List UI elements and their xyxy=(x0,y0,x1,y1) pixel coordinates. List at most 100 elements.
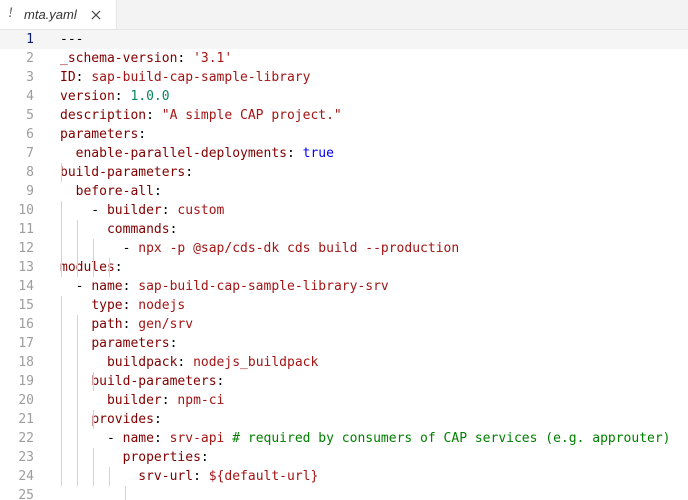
code-text: ID: sap-build-cap-sample-library xyxy=(60,68,310,87)
code-token: properties xyxy=(122,450,201,465)
code-text: _schema-version: '3.1' xyxy=(60,49,232,68)
code-line[interactable]: 12 - npx -p @sap/cds-dk cds build --prod… xyxy=(0,239,688,258)
code-line[interactable]: 21 provides: xyxy=(0,410,688,429)
line-number: 19 xyxy=(18,374,34,389)
code-line[interactable]: 6 parameters: xyxy=(0,125,688,144)
code-line[interactable]: 9 before-all: xyxy=(0,182,688,201)
code-line[interactable]: 14 - name: sap-build-cap-sample-library-… xyxy=(0,277,688,296)
line-number: 23 xyxy=(18,450,34,465)
line-number: 4 xyxy=(26,89,34,104)
code-line[interactable]: 22 - name: srv-api # required by consume… xyxy=(0,429,688,448)
code-token: - xyxy=(60,203,107,218)
code-token: : xyxy=(161,393,178,408)
indent-guide xyxy=(61,163,62,182)
code-line[interactable]: 17 parameters: xyxy=(0,334,688,353)
code-line[interactable]: 24 srv-url: ${default-url} xyxy=(0,467,688,486)
code-token: build-parameters xyxy=(60,165,186,180)
code-line[interactable]: 2 _schema-version: '3.1' xyxy=(0,49,688,68)
tab-mta-yaml[interactable]: ! mta.yaml xyxy=(0,0,117,29)
code-token: : xyxy=(286,146,303,161)
code-text: properties: xyxy=(60,448,209,467)
code-token: name xyxy=(91,279,123,294)
code-token: custom xyxy=(177,203,225,218)
code-line[interactable]: 5 description: "A simple CAP project." xyxy=(0,106,688,125)
line-number: 18 xyxy=(18,355,34,370)
code-text: - npx -p @sap/cds-dk cds build --product… xyxy=(60,239,460,258)
code-token: : xyxy=(153,184,162,199)
code-token: : xyxy=(216,374,225,389)
code-text: parameters: xyxy=(60,125,146,144)
editor-window: ! mta.yaml 25 24 srv-url: ${default-url} 2… xyxy=(0,0,688,500)
line-number: 17 xyxy=(18,336,34,351)
close-icon[interactable] xyxy=(88,7,104,23)
code-token: _schema-version xyxy=(60,51,178,66)
line-number: 8 xyxy=(26,165,34,180)
code-line[interactable]: 10 - builder: custom xyxy=(0,201,688,220)
code-token: provides xyxy=(91,412,154,427)
code-token: : xyxy=(169,336,178,351)
line-number: 11 xyxy=(18,222,34,237)
code-token: build-parameters xyxy=(91,374,217,389)
code-token: : xyxy=(185,165,194,180)
code-token: : xyxy=(200,450,209,465)
code-line[interactable]: 3 ID: sap-build-cap-sample-library xyxy=(0,68,688,87)
line-number: 20 xyxy=(18,393,34,408)
code-text: --- xyxy=(60,30,83,49)
code-token: parameters xyxy=(91,336,170,351)
indent-guide xyxy=(109,258,110,277)
code-line[interactable]: 23 properties: xyxy=(0,448,688,467)
indent-guide xyxy=(77,315,78,486)
code-text: builder: npm-ci xyxy=(60,391,224,410)
line-number: 13 xyxy=(18,260,34,275)
indent-guide xyxy=(93,410,94,429)
code-token: builder xyxy=(106,203,162,218)
code-token: - xyxy=(60,431,123,446)
code-line[interactable]: 20 builder: npm-ci xyxy=(0,391,688,410)
code-token: description xyxy=(60,108,147,123)
code-text: - name: srv-api # required by consumers … xyxy=(60,429,671,448)
line-number: 12 xyxy=(18,241,34,256)
code-token: '3.1' xyxy=(193,51,233,66)
code-line[interactable]: 16 path: gen/srv xyxy=(0,315,688,334)
code-token: parameters xyxy=(60,127,139,142)
indent-guide xyxy=(93,372,94,391)
code-line[interactable]: 15 type: nodejs xyxy=(0,296,688,315)
code-token: srv-api xyxy=(169,431,225,446)
code-token: : xyxy=(114,260,123,275)
code-token: ${default-url} xyxy=(208,469,319,484)
code-token: - xyxy=(60,241,139,256)
close-icon-glyph xyxy=(91,10,101,20)
line-number: 16 xyxy=(18,317,34,332)
code-token: : xyxy=(75,70,92,85)
code-token: : xyxy=(114,89,131,104)
code-editor[interactable]: 25 24 srv-url: ${default-url} 23 propertie… xyxy=(0,30,688,500)
tab-bar: ! mta.yaml xyxy=(0,0,688,30)
line-number: 9 xyxy=(26,184,34,199)
code-token: : xyxy=(122,279,139,294)
code-token: 1.0.0 xyxy=(130,89,170,104)
code-line[interactable]: 11 commands: xyxy=(0,220,688,239)
code-line[interactable]: 4 version: 1.0.0 xyxy=(0,87,688,106)
code-token: "A simple CAP project." xyxy=(161,108,342,123)
code-line[interactable]: 7 enable-parallel-deployments: true xyxy=(0,144,688,163)
code-token: npm-ci xyxy=(177,393,225,408)
code-line[interactable]: 19 build-parameters: xyxy=(0,372,688,391)
code-line[interactable]: 13 modules: xyxy=(0,258,688,277)
code-line[interactable]: 18 buildpack: nodejs_buildpack xyxy=(0,353,688,372)
code-line[interactable]: 1 --- xyxy=(0,30,688,49)
line-number: 14 xyxy=(18,279,34,294)
code-line[interactable]: 25 xyxy=(0,486,688,500)
code-token: nodejs xyxy=(138,298,186,313)
line-number: 24 xyxy=(18,469,34,484)
code-token: version xyxy=(60,89,115,104)
code-token: path xyxy=(91,317,123,332)
code-token: enable-parallel-deployments xyxy=(75,146,287,161)
code-line[interactable]: 8 build-parameters: xyxy=(0,163,688,182)
indent-guide xyxy=(77,220,78,277)
